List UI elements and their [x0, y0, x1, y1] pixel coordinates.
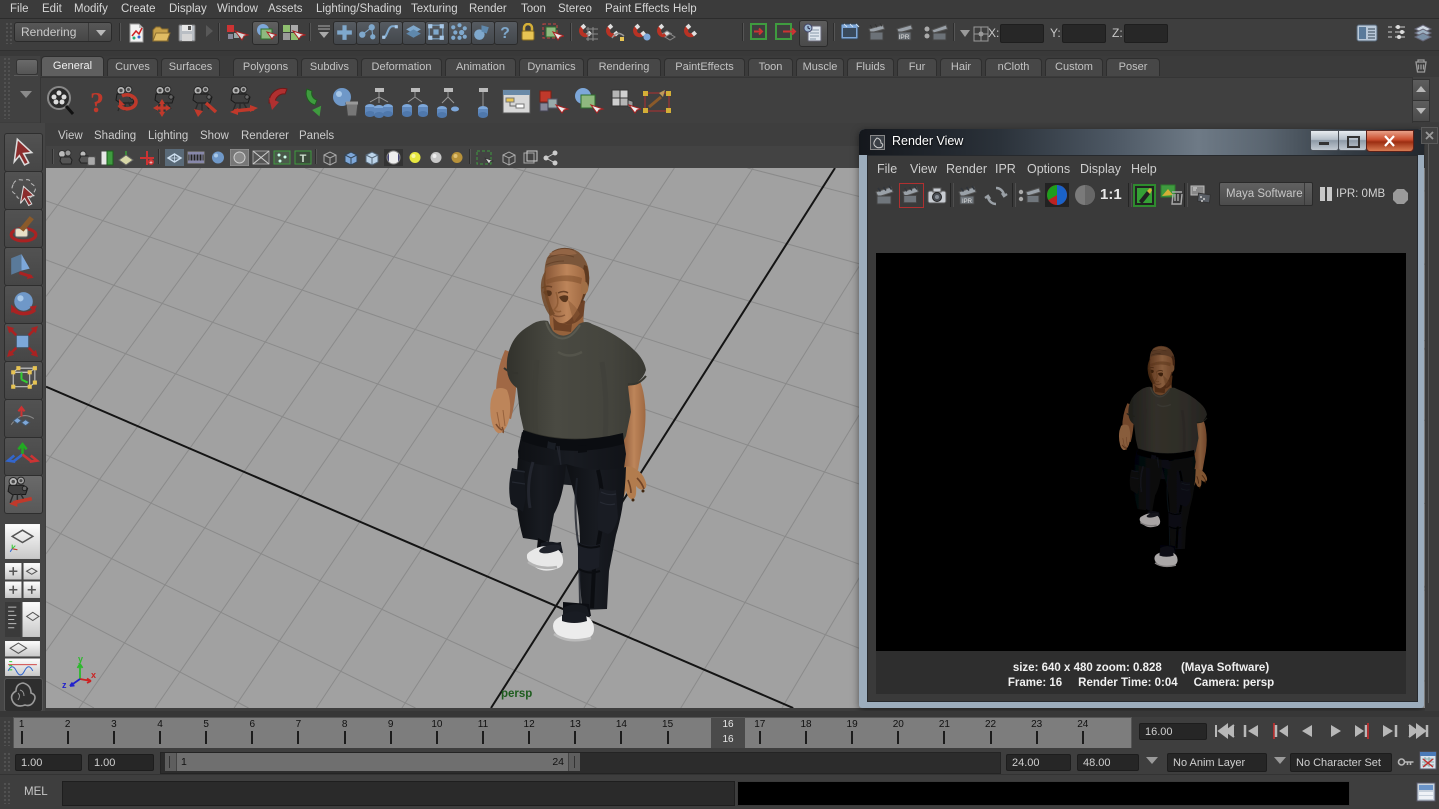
svg-text:z: z: [62, 680, 67, 690]
svg-text:+: +: [149, 161, 153, 167]
svg-text:x: x: [91, 670, 96, 680]
svg-text:?: ?: [90, 88, 104, 119]
svg-text:y: y: [78, 655, 83, 664]
svg-text:?: ?: [500, 25, 510, 42]
svg-text:IPR: IPR: [899, 34, 910, 41]
svg-text:T: T: [300, 153, 307, 165]
